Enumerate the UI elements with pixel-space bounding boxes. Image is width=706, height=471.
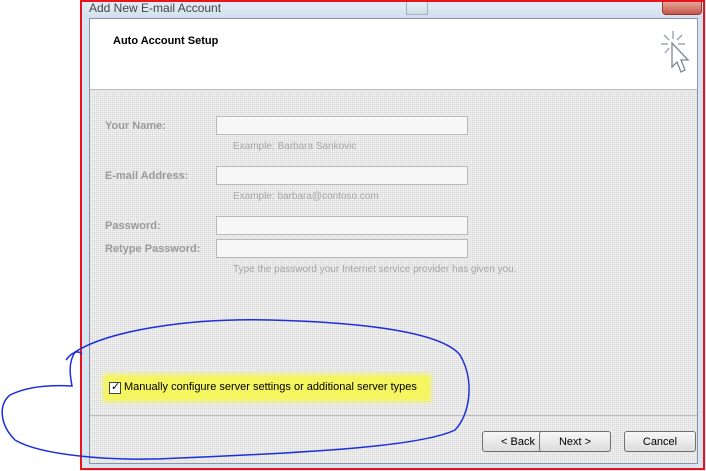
add-account-dialog: Add New E-mail Account Auto Account Setu… [80, 0, 706, 471]
your-name-input[interactable] [216, 116, 468, 135]
wizard-header: Auto Account Setup [90, 19, 697, 90]
password-input[interactable] [216, 216, 468, 235]
footer-divider [90, 415, 697, 416]
retype-password-input[interactable] [216, 239, 468, 258]
checkmark-icon: ✓ [111, 381, 121, 393]
minimize-button[interactable] [406, 0, 428, 15]
manual-config-option[interactable]: ✓ Manually configure server settings or … [107, 378, 427, 398]
your-name-label: Your Name: [105, 120, 166, 132]
manual-config-label: Manually configure server settings or ad… [124, 381, 417, 393]
sparkle-cursor-icon [661, 31, 690, 73]
close-button[interactable] [662, 0, 702, 15]
password-hint: Type the password your Internet service … [233, 264, 517, 275]
page-title: Auto Account Setup [113, 35, 219, 47]
retype-password-label: Retype Password: [105, 243, 201, 255]
next-button[interactable]: Next > [539, 431, 611, 452]
email-input[interactable] [216, 166, 468, 185]
wizard-panel: Auto Account Setup Your Name: Example: B… [89, 18, 698, 464]
email-label: E-mail Address: [105, 170, 189, 182]
title-bar: Add New E-mail Account [80, 0, 706, 18]
window-title: Add New E-mail Account [89, 1, 222, 15]
password-label: Password: [105, 220, 161, 232]
cancel-button[interactable]: Cancel [624, 431, 696, 452]
email-hint: Example: barbara@contoso.com [233, 191, 379, 202]
your-name-hint: Example: Barbara Sankovic [233, 141, 357, 152]
screenshot-stage: Add New E-mail Account Auto Account Setu… [0, 0, 706, 471]
manual-config-checkbox[interactable]: ✓ [109, 381, 121, 394]
